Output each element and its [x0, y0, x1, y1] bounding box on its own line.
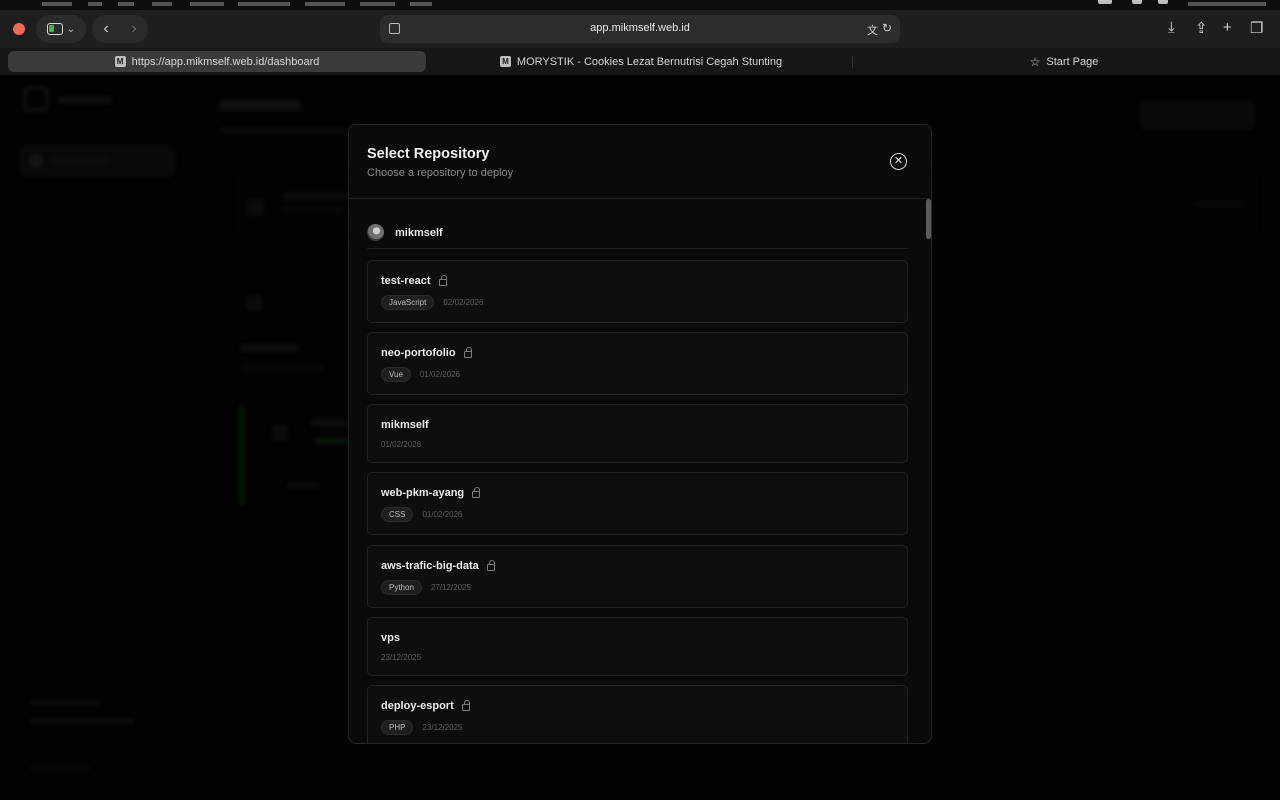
tab-favicon: M	[499, 56, 511, 67]
menubar-item[interactable]	[305, 2, 345, 6]
siri-icon[interactable]	[1158, 0, 1168, 4]
repo-updated-date: 01/02/2026	[422, 510, 463, 519]
menubar-item[interactable]	[88, 2, 102, 6]
repo-name: test-react	[381, 275, 431, 287]
tab-title: MORYSTIK - Cookies Lezat Bernutrisi Cega…	[516, 55, 783, 68]
repo-item-test-react[interactable]: test-react JavaScript 02/02/2026	[367, 260, 908, 323]
menubar-item[interactable]	[360, 2, 395, 6]
repo-name-row: aws-trafic-big-data	[381, 560, 495, 572]
chevron-down-icon: ⌄	[66, 23, 76, 35]
menubar-item[interactable]	[42, 2, 72, 6]
tab-dashboard[interactable]: M https://app.mikmself.web.id/dashboard	[8, 51, 426, 72]
lock-icon	[486, 560, 495, 571]
repo-updated-date: 27/12/2025	[430, 583, 471, 592]
language-badge: CSS	[381, 507, 414, 522]
lock-icon	[438, 275, 447, 286]
repo-meta: PHP 23/12/2025	[381, 720, 463, 735]
owner-header: mikmself	[367, 224, 908, 249]
repo-name-row: vps	[381, 632, 400, 644]
forward-button[interactable]: ›	[131, 20, 136, 38]
translate-icon[interactable]: 文	[867, 22, 878, 38]
repo-item-mikmself[interactable]: mikmself 01/02/2026	[367, 404, 908, 463]
repo-item-deploy-esport[interactable]: deploy-esport PHP 23/12/2025	[367, 685, 908, 743]
lock-icon	[461, 700, 470, 711]
repo-name-row: web-pkm-ayang	[381, 487, 481, 499]
close-window-button[interactable]	[13, 23, 25, 35]
tab-favicon: M	[114, 56, 126, 67]
tab-start-page[interactable]: ☆ Start Page	[856, 51, 1272, 72]
navigation-buttons: ‹ ›	[92, 15, 148, 43]
lock-icon	[472, 487, 481, 498]
repo-item-neo-portofolio[interactable]: neo-portofolio Vue 01/02/2026	[367, 332, 908, 395]
repo-name: neo-portofolio	[381, 347, 456, 359]
tab-separator	[852, 56, 853, 68]
repo-name: aws-trafic-big-data	[381, 560, 479, 572]
downloads-icon[interactable]: ⤓	[1168, 19, 1175, 36]
modal-header: Select Repository Choose a repository to…	[349, 125, 931, 199]
repo-name: web-pkm-ayang	[381, 487, 465, 499]
repo-updated-date: 23/12/2025	[422, 723, 463, 732]
back-button[interactable]: ‹	[103, 20, 108, 38]
control-center-icon[interactable]	[1132, 0, 1142, 4]
repo-updated-date: 01/02/2026	[381, 440, 422, 449]
lock-icon	[463, 347, 472, 358]
repo-meta: JavaScript 02/02/2026	[381, 295, 483, 310]
menubar-item[interactable]	[190, 2, 224, 6]
repo-name-row: mikmself	[381, 419, 429, 431]
address-url: app.mikmself.web.id	[590, 22, 690, 34]
repo-item-vps[interactable]: vps 23/12/2025	[367, 617, 908, 676]
tab-title: https://app.mikmself.web.id/dashboard	[131, 55, 320, 68]
repository-list: mikmself test-react JavaScript 02/02/202…	[349, 199, 931, 743]
owner-name: mikmself	[395, 227, 443, 239]
menubar-item[interactable]	[118, 2, 134, 6]
repo-name-row: neo-portofolio	[381, 347, 472, 359]
language-badge: Vue	[381, 367, 411, 382]
repo-updated-date: 23/12/2025	[381, 653, 422, 662]
sidebar-icon	[46, 23, 63, 35]
repo-item-aws-trafic-big-data[interactable]: aws-trafic-big-data Python 27/12/2025	[367, 545, 908, 608]
tab-bar: M https://app.mikmself.web.id/dashboard …	[0, 48, 1280, 75]
share-icon[interactable]: ⇪	[1195, 19, 1208, 37]
repo-meta: Vue 01/02/2026	[381, 367, 460, 382]
macos-menubar	[0, 0, 1280, 10]
browser-toolbar: ⌄ ‹ › app.mikmself.web.id 文 ↻ ⤓ ⇪ + ❐	[0, 10, 1280, 48]
language-badge: JavaScript	[381, 295, 435, 310]
repo-name: vps	[381, 632, 400, 644]
repo-name: mikmself	[381, 419, 429, 431]
new-tab-icon[interactable]: +	[1223, 19, 1232, 36]
repo-updated-date: 02/02/2026	[443, 298, 484, 307]
menubar-item[interactable]	[152, 2, 172, 6]
repo-updated-date: 01/02/2026	[419, 370, 460, 379]
language-badge: Python	[381, 580, 422, 595]
menubar-item[interactable]	[238, 2, 290, 6]
avatar	[367, 224, 384, 241]
reload-icon[interactable]: ↻	[882, 21, 892, 35]
select-repository-modal: Select Repository Choose a repository to…	[348, 124, 932, 744]
tab-title: Start Page	[1046, 55, 1099, 68]
repo-name-row: test-react	[381, 275, 447, 287]
repo-meta: 01/02/2026	[381, 440, 421, 449]
tab-morystik[interactable]: M MORYSTIK - Cookies Lezat Bernutrisi Ce…	[430, 51, 852, 72]
address-bar[interactable]: app.mikmself.web.id 文 ↻	[380, 15, 900, 43]
repo-meta: Python 27/12/2025	[381, 580, 471, 595]
sidebar-toggle-button[interactable]: ⌄	[36, 15, 86, 43]
tab-overview-icon[interactable]: ❐	[1250, 19, 1263, 37]
battery-icon[interactable]	[1098, 0, 1112, 4]
modal-subtitle: Choose a repository to deploy	[367, 167, 514, 179]
close-icon[interactable]: ✕	[890, 153, 907, 170]
star-icon: ☆	[1029, 54, 1041, 69]
repo-name-row: deploy-esport	[381, 700, 470, 712]
repo-name: deploy-esport	[381, 700, 454, 712]
menubar-clock	[1188, 2, 1266, 6]
repo-meta: CSS 01/02/2026	[381, 507, 463, 522]
language-badge: PHP	[381, 720, 414, 735]
repo-meta: 23/12/2025	[381, 653, 421, 662]
modal-title: Select Repository	[367, 146, 490, 162]
menubar-item[interactable]	[410, 2, 432, 6]
repo-item-web-pkm-ayang[interactable]: web-pkm-ayang CSS 01/02/2026	[367, 472, 908, 535]
